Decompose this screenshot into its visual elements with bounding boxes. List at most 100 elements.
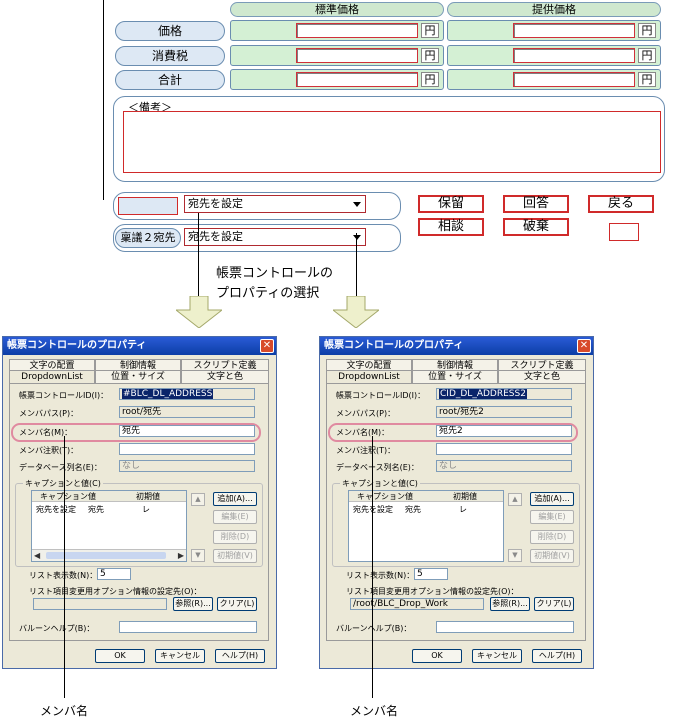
edit-button[interactable]: 編集(E) xyxy=(530,510,574,524)
list-cell-caption[interactable]: 宛先を設定 xyxy=(36,504,76,515)
caption-value-group-label: キャプションと値(C) xyxy=(340,478,420,489)
list-cell-value[interactable]: 宛先 xyxy=(88,504,104,515)
list-cell-value[interactable]: 宛先 xyxy=(405,504,421,515)
form-left-border xyxy=(103,0,104,200)
chevron-left-icon[interactable]: ◀ xyxy=(34,551,40,560)
member-name-label: メンバ名(M)： xyxy=(336,428,390,437)
total-standard-unit: 円 xyxy=(421,72,439,87)
hold-button[interactable]: 保留 xyxy=(418,195,484,213)
list-header-value[interactable]: 値 xyxy=(88,491,96,502)
control-id-field[interactable]: #BLC_DL_ADDRESS xyxy=(119,388,255,400)
member-path-label: メンバパス(P)： xyxy=(19,409,79,418)
price-standard-input[interactable] xyxy=(296,23,418,38)
row-label-total: 合計 xyxy=(115,70,225,90)
db-column-select[interactable]: なし xyxy=(119,460,255,472)
close-icon[interactable]: ✕ xyxy=(260,339,274,353)
move-up-icon[interactable]: ▲ xyxy=(508,493,522,506)
clear-button[interactable]: クリア(L) xyxy=(217,597,257,611)
ok-button[interactable]: OK xyxy=(95,649,145,663)
horizontal-scrollbar[interactable]: ◀ ▶ xyxy=(32,549,186,561)
list-header-value[interactable]: 値 xyxy=(405,491,413,502)
initial-value-button[interactable]: 初期値(V) xyxy=(213,549,257,563)
chevron-down-icon xyxy=(353,202,361,207)
list-header-initial[interactable]: 初期値 xyxy=(453,491,477,502)
list-cell-caption[interactable]: 宛先を設定 xyxy=(353,504,393,515)
db-column-select[interactable]: なし xyxy=(436,460,572,472)
consult-button[interactable]: 相談 xyxy=(418,218,484,236)
total-offer-input[interactable] xyxy=(513,72,635,87)
list-header-caption[interactable]: キャプション xyxy=(357,491,405,502)
tab-dropdownlist[interactable]: DropdownList xyxy=(326,370,412,383)
move-down-icon[interactable]: ▼ xyxy=(191,549,205,562)
option-target-field xyxy=(33,598,167,610)
remarks-textarea[interactable] xyxy=(123,111,661,173)
address-dropdown-2-value: 宛先を設定 xyxy=(188,230,243,243)
balloon-help-label: バルーンヘルプ(B)： xyxy=(19,624,95,633)
callout-line-1: 帳票コントロールの xyxy=(216,266,334,281)
dialog-1-titlebar: 帳票コントロールのプロパティ xyxy=(3,337,276,355)
reference-button[interactable]: 参照(R)... xyxy=(173,597,213,611)
control-id-field[interactable]: CID_DL_ADDRESS2 xyxy=(436,388,572,400)
dialog-1-title: 帳票コントロールのプロパティ xyxy=(7,340,147,351)
column-header-offer-price: 提供価格 xyxy=(447,2,661,17)
list-rows-field[interactable]: 5 xyxy=(414,568,448,580)
leader-line-1 xyxy=(64,436,65,698)
edit-button[interactable]: 編集(E) xyxy=(213,510,257,524)
control-id-value: CID_DL_ADDRESS2 xyxy=(439,389,527,399)
move-up-icon[interactable]: ▲ xyxy=(191,493,205,506)
cancel-button[interactable]: キャンセル xyxy=(472,649,522,663)
close-icon[interactable]: ✕ xyxy=(577,339,591,353)
tax-standard-input[interactable] xyxy=(296,48,418,63)
price-offer-input[interactable] xyxy=(513,23,635,38)
tab-dropdownlist[interactable]: DropdownList xyxy=(9,370,95,383)
address-dropdown-1[interactable]: 宛先を設定 xyxy=(184,195,366,213)
routing-row1-label-box[interactable] xyxy=(118,197,178,215)
address-dropdown-2[interactable]: 宛先を設定 xyxy=(184,228,366,246)
answer-button[interactable]: 回答 xyxy=(503,195,569,213)
tax-offer-input[interactable] xyxy=(513,48,635,63)
empty-button[interactable] xyxy=(609,223,639,241)
discard-button[interactable]: 破棄 xyxy=(503,218,569,236)
tab-position-size[interactable]: 位置・サイズ xyxy=(95,370,181,383)
db-column-value: なし xyxy=(122,461,141,471)
list-cell-initial[interactable]: レ xyxy=(142,504,150,515)
clear-button[interactable]: クリア(L) xyxy=(534,597,574,611)
member-comment-field[interactable] xyxy=(436,443,572,455)
balloon-help-field[interactable] xyxy=(436,621,574,633)
member-path-field: root/宛先2 xyxy=(436,406,572,418)
add-button[interactable]: 追加(A)... xyxy=(530,492,574,506)
list-rows-field[interactable]: 5 xyxy=(97,568,131,580)
total-standard-input[interactable] xyxy=(296,72,418,87)
list-cell-initial[interactable]: レ xyxy=(459,504,467,515)
ok-button[interactable]: OK xyxy=(412,649,462,663)
delete-button[interactable]: 削除(D) xyxy=(213,530,257,544)
member-name-caption-2: メンバ名 xyxy=(350,704,399,718)
delete-button[interactable]: 削除(D) xyxy=(530,530,574,544)
list-rows-label: リスト表示数(N)： xyxy=(346,571,415,580)
reference-button[interactable]: 参照(R)... xyxy=(490,597,530,611)
add-button[interactable]: 追加(A)... xyxy=(213,492,257,506)
chevron-right-icon[interactable]: ▶ xyxy=(178,551,184,560)
member-comment-field[interactable] xyxy=(119,443,255,455)
tab-text-color[interactable]: 文字と色 xyxy=(498,370,586,383)
db-column-value: なし xyxy=(439,461,458,471)
initial-value-button[interactable]: 初期値(V) xyxy=(530,549,574,563)
list-header-initial[interactable]: 初期値 xyxy=(136,491,160,502)
callout-line-2: プロパティの選択 xyxy=(216,286,320,301)
balloon-help-field[interactable] xyxy=(119,621,257,633)
tab-position-size[interactable]: 位置・サイズ xyxy=(412,370,498,383)
tax-offer-unit: 円 xyxy=(638,48,656,63)
back-button[interactable]: 戻る xyxy=(588,195,654,213)
help-button[interactable]: ヘルプ(H) xyxy=(532,649,582,663)
member-name-field[interactable]: 宛先2 xyxy=(436,425,572,437)
help-button[interactable]: ヘルプ(H) xyxy=(215,649,265,663)
tab-text-color[interactable]: 文字と色 xyxy=(181,370,269,383)
db-column-label: データベース列名(E)： xyxy=(19,463,102,472)
caption-value-list[interactable]: キャプション 値 初期値 宛先を設定 宛先 レ ◀ ▶ xyxy=(31,490,187,562)
down-arrow-icon xyxy=(176,296,222,328)
cancel-button[interactable]: キャンセル xyxy=(155,649,205,663)
member-comment-label: メンバ注釈(T)： xyxy=(336,446,396,455)
move-down-icon[interactable]: ▼ xyxy=(508,549,522,562)
caption-value-group-label: キャプションと値(C) xyxy=(23,478,103,489)
member-name-field[interactable]: 宛先 xyxy=(119,425,255,437)
